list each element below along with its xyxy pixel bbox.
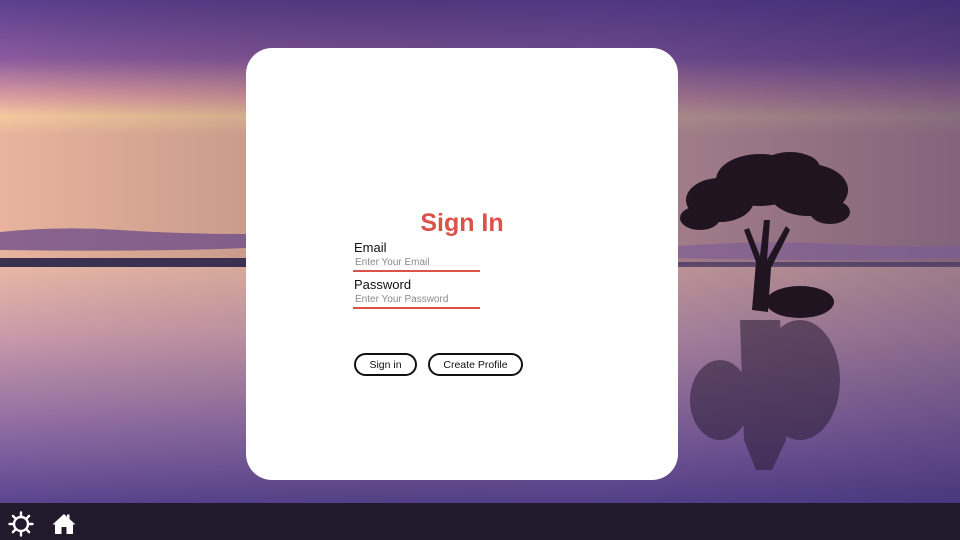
password-field[interactable]	[353, 292, 480, 309]
email-field[interactable]	[353, 255, 480, 272]
password-label: Password	[354, 277, 412, 292]
home-icon[interactable]	[51, 511, 77, 537]
email-label: Email	[354, 240, 387, 255]
page-title: Sign In	[420, 209, 504, 237]
sign-in-button[interactable]: Sign in	[354, 353, 417, 376]
gear-icon[interactable]	[8, 511, 34, 537]
create-profile-button[interactable]: Create Profile	[428, 353, 523, 376]
taskbar	[0, 503, 960, 540]
app-window: Sign In Email Password Sign in Create Pr…	[0, 0, 960, 540]
sign-in-card: Sign In Email Password Sign in Create Pr…	[246, 48, 678, 480]
